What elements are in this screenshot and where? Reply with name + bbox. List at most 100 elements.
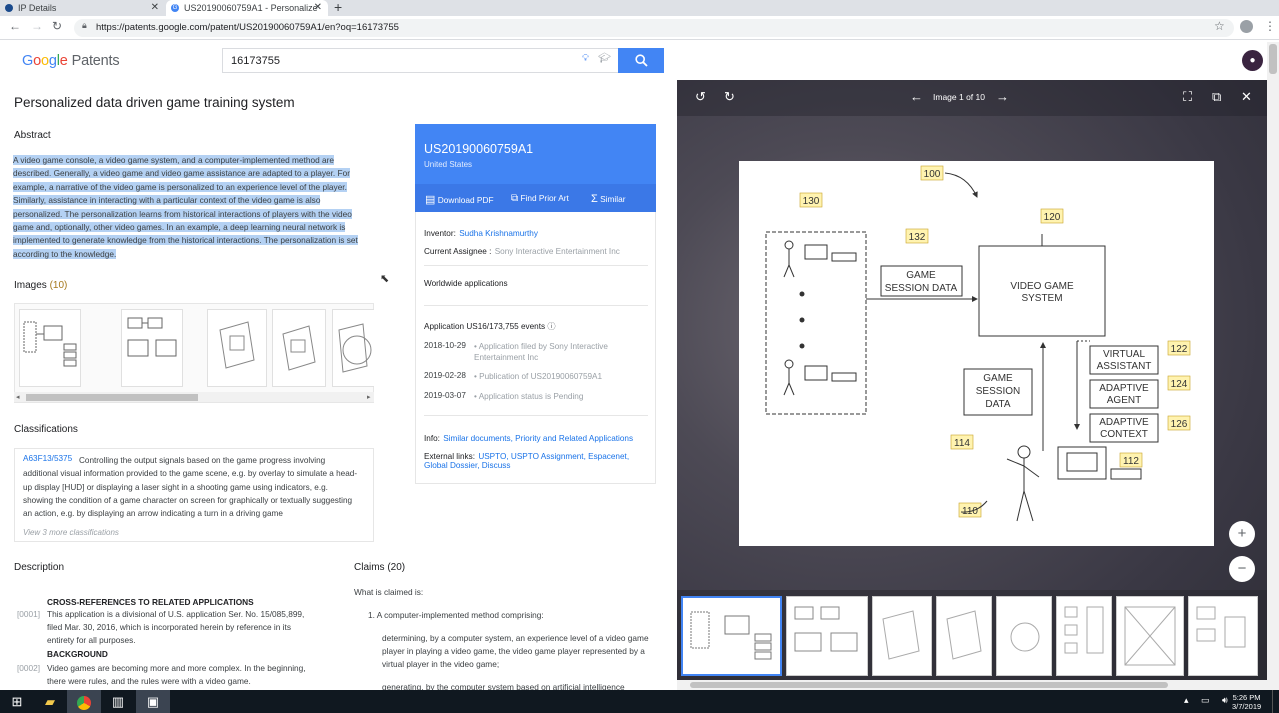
google-patents-logo[interactable]: Google Patents — [22, 53, 120, 69]
figure-label: 126 — [1171, 419, 1188, 430]
reload-icon[interactable]: ↻ — [52, 19, 62, 33]
audio-app-icon[interactable]: ▥ — [101, 690, 135, 713]
download-pdf-button[interactable]: ▤ Download PDF — [425, 193, 494, 206]
description-paragraph: This application is a divisional of U.S.… — [47, 609, 305, 645]
inventor-link[interactable]: Sudha Krishnamurthy — [459, 229, 538, 238]
figure-thumbnail-icon — [219, 321, 255, 369]
prior-art-icon: ⧉ — [511, 193, 519, 204]
show-desktop-button[interactable] — [1272, 690, 1279, 713]
address-bar[interactable]: https://patents.google.com/patent/US2019… — [74, 19, 1234, 37]
lightbulb-icon[interactable]: 💡︎ — [582, 53, 589, 64]
sigma-icon: Σ — [591, 193, 598, 205]
figure-thumbnail-icon — [282, 325, 316, 371]
viewer-thumbnail[interactable] — [1116, 596, 1184, 676]
viewer-thumbnail[interactable] — [936, 596, 992, 676]
scroll-left-icon[interactable]: ◂ — [16, 393, 20, 401]
file-explorer-icon[interactable]: ▰ — [33, 690, 67, 713]
recording-app-icon[interactable]: ▣ — [136, 690, 170, 713]
zoom-in-button[interactable]: + — [1229, 521, 1255, 547]
system-tray-icons[interactable]: ▴ ▭ 🔊︎ — [1184, 695, 1233, 706]
inventor-label: Inventor: — [424, 229, 456, 238]
figure-label: 124 — [1171, 379, 1188, 390]
event-text-value: Application status is Pending — [478, 392, 584, 401]
image-thumbnail[interactable] — [332, 309, 374, 387]
assignee-label: Current Assignee : — [424, 247, 492, 256]
strip-scroll-thumb[interactable] — [690, 682, 1168, 688]
info-links[interactable]: Similar documents, Priority and Related … — [443, 434, 633, 443]
previous-image-icon[interactable]: ← — [910, 89, 923, 104]
figure-thumbnail-icon — [1010, 622, 1040, 652]
viewer-thumbnail[interactable] — [872, 596, 932, 676]
figure-box-text: AGENT — [1107, 395, 1141, 406]
viewer-thumbnail-selected[interactable] — [681, 596, 782, 676]
figure-box-text: GAME — [983, 373, 1013, 384]
event-text-value: Application filed by Sony Interactive En… — [474, 342, 608, 362]
tab-patent[interactable]: G US20190060759A1 - Personalize ✕ — [166, 0, 328, 16]
fullscreen-icon[interactable]: ⛶ — [1183, 89, 1192, 105]
forward-icon[interactable]: → — [31, 19, 43, 33]
figure-thumbnail-icon — [1196, 606, 1246, 648]
external-links[interactable]: Global Dossier, Discuss — [424, 461, 510, 470]
classification-text: Controlling the output signals based on … — [23, 456, 358, 519]
zoom-out-button[interactable]: − — [1229, 556, 1255, 582]
new-tab-button[interactable]: + — [334, 0, 342, 15]
events-heading-label: Application US16/173,755 events — [424, 322, 546, 331]
viewer-thumbnail[interactable] — [1056, 596, 1112, 676]
figure-label: 100 — [924, 169, 941, 180]
bookmark-star-icon[interactable]: ☆ — [1214, 19, 1225, 33]
viewer-thumbnail[interactable] — [996, 596, 1052, 676]
carousel-scroll-thumb[interactable] — [26, 394, 198, 401]
next-image-icon[interactable]: → — [996, 89, 1009, 104]
external-links-label: External links: — [424, 452, 475, 461]
external-links[interactable]: USPTO, USPTO Assignment, Espacenet, — [478, 452, 629, 461]
chrome-icon[interactable] — [67, 690, 101, 713]
description-heading: Description — [14, 562, 65, 573]
classification-code-link[interactable]: A63F13/5375 — [23, 454, 72, 463]
claims-heading: Claims (20) — [354, 562, 406, 573]
rotate-right-icon[interactable]: ↻ — [724, 89, 735, 105]
rotate-left-icon[interactable]: ↺ — [695, 89, 706, 105]
claim-item: 1. A computer-implemented method compris… — [368, 610, 544, 620]
tab-ip-details[interactable]: IP Details ✕ — [0, 0, 165, 16]
paragraph-number: [0002] — [17, 663, 41, 673]
profile-icon[interactable] — [1240, 20, 1253, 33]
figure-box-text: VIDEO GAME — [1010, 281, 1074, 292]
close-tab-icon[interactable]: ✕ — [151, 0, 159, 16]
lock-icon[interactable]: 🔒︎ — [82, 20, 87, 31]
windows-start-icon[interactable]: ⊞ — [0, 690, 34, 713]
country: United States — [424, 160, 473, 169]
viewer-thumbnail[interactable] — [786, 596, 868, 676]
image-thumbnail[interactable] — [19, 309, 81, 387]
more-classifications-link[interactable]: View 3 more classifications — [23, 528, 119, 537]
image-thumbnail[interactable] — [121, 309, 183, 387]
scholar-cap-icon[interactable]: 🎓︎ — [598, 53, 611, 64]
event-text: • Application filed by Sony Interactive … — [474, 342, 608, 362]
close-tab-icon[interactable]: ✕ — [314, 0, 322, 16]
divider — [424, 305, 648, 306]
figure-label: 130 — [803, 196, 820, 207]
page-scroll-thumb[interactable] — [1269, 44, 1277, 74]
back-icon[interactable]: ← — [9, 19, 21, 33]
viewer-thumbnail[interactable] — [1188, 596, 1258, 676]
image-thumbnail[interactable] — [272, 309, 326, 387]
classifications-heading: Classifications — [14, 424, 78, 435]
help-icon[interactable]: ⓘ — [547, 322, 555, 331]
close-viewer-icon[interactable]: ✕ — [1241, 89, 1252, 105]
image-thumbnail[interactable] — [207, 309, 267, 387]
images-heading-label: Images — [14, 280, 47, 291]
paragraph-number: [0001] — [17, 609, 41, 619]
account-avatar[interactable]: ● — [1242, 50, 1263, 71]
event-date: 2018-10-29 — [424, 341, 466, 350]
search-input[interactable]: 16173755 — [222, 48, 618, 73]
open-new-window-icon[interactable]: ⧉ — [1212, 89, 1221, 105]
find-prior-art-button[interactable]: ⧉ Find Prior Art — [511, 193, 569, 204]
scroll-right-icon[interactable]: ▸ — [367, 393, 371, 401]
worldwide-applications-link[interactable]: Worldwide applications — [424, 279, 508, 288]
menu-icon[interactable]: ⋮ — [1264, 19, 1276, 33]
page-scrollbar[interactable] — [1267, 42, 1279, 690]
figure-label: 120 — [1044, 212, 1061, 223]
search-button[interactable] — [618, 48, 664, 73]
similar-button[interactable]: Σ Similar — [591, 193, 625, 205]
figure-label: 122 — [1171, 344, 1188, 355]
taskbar-clock[interactable]: 5:26 PM 3/7/2019 — [1232, 693, 1261, 711]
